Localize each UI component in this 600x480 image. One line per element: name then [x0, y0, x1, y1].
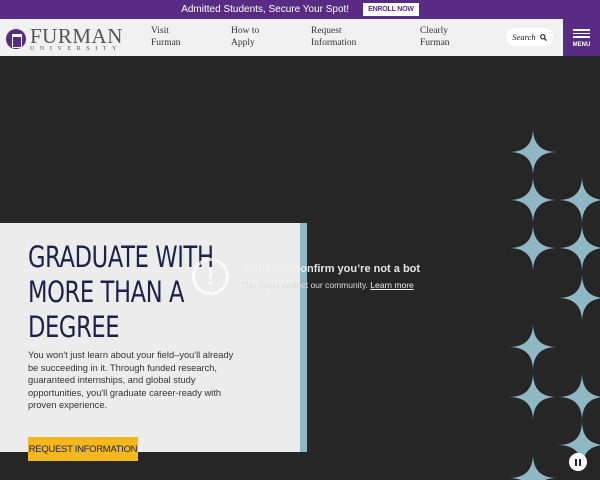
accent-stripe	[300, 223, 307, 452]
overlay-subtitle: This helps protect our community. Learn …	[241, 280, 414, 290]
request-information-button[interactable]: REQUEST INFORMATION	[28, 437, 138, 461]
diamond-shape	[509, 323, 557, 371]
diamond-shape	[509, 224, 557, 272]
diamond-shape	[558, 274, 600, 322]
diamond-shape	[509, 373, 557, 421]
learn-more-link[interactable]: Learn more	[370, 280, 413, 290]
hero-panel: GRADUATE WITH MORE THAN A DEGREE You won…	[0, 223, 300, 461]
diamond-shape	[509, 454, 557, 480]
overlay-title: Sign in to confirm you’re not a bot	[241, 263, 421, 275]
diamond-shape	[558, 176, 600, 224]
diamond-shape	[558, 224, 600, 272]
pause-button[interactable]	[569, 453, 587, 471]
alert-icon: !	[192, 258, 229, 295]
diamond-shape	[509, 128, 557, 176]
diamond-shape	[558, 373, 600, 421]
hero-body: You won't just learn about your field–yo…	[28, 350, 234, 410]
diamond-shape	[509, 176, 557, 224]
